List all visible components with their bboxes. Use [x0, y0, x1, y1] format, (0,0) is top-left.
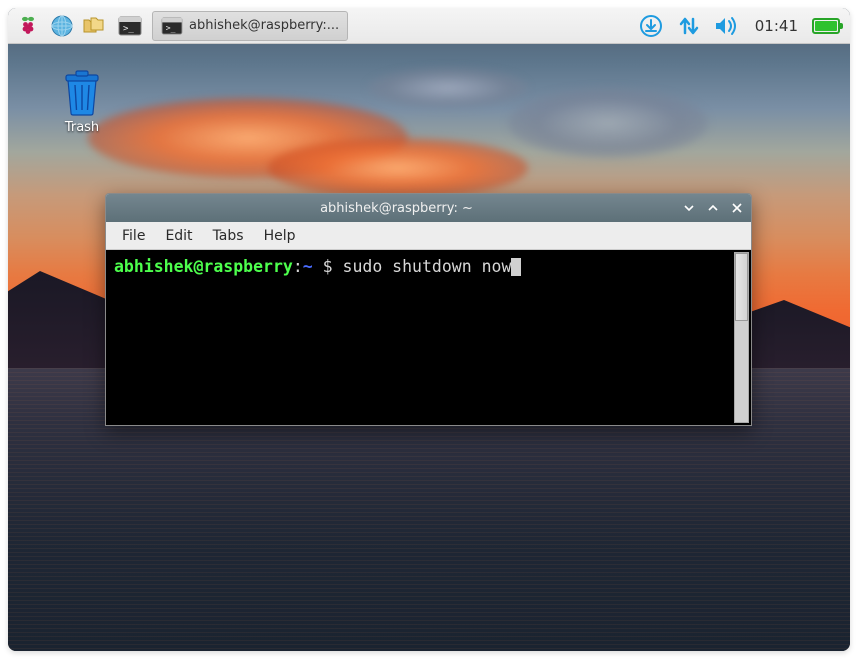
trash-icon [60, 68, 104, 116]
trash-desktop-icon[interactable]: Trash [48, 68, 116, 135]
folders-icon [83, 15, 109, 37]
window-title: abhishek@raspberry: ~ [112, 201, 681, 216]
terminal-launcher-button[interactable]: >_ [114, 11, 146, 41]
menubar: File Edit Tabs Help [106, 222, 751, 250]
prompt-user: abhishek [114, 257, 193, 276]
prompt-colon: : [293, 257, 303, 276]
network-tray-button[interactable] [675, 12, 703, 40]
trash-label: Trash [65, 120, 99, 135]
menu-edit[interactable]: Edit [155, 224, 202, 248]
volume-icon [714, 14, 740, 38]
chevron-up-icon [707, 202, 719, 214]
maximize-button[interactable] [705, 200, 721, 216]
prompt-symbol: $ [313, 257, 343, 276]
raspberry-icon [16, 14, 40, 38]
file-manager-button[interactable] [80, 11, 112, 41]
terminal-icon: >_ [118, 16, 142, 36]
task-item-label: abhishek@raspberry:... [189, 18, 339, 33]
web-browser-button[interactable] [46, 11, 78, 41]
prompt-host: raspberry [203, 257, 292, 276]
menu-button[interactable] [12, 11, 44, 41]
globe-icon [50, 14, 74, 38]
terminal-body[interactable]: abhishek@raspberry:~ $ sudo shutdown now [106, 250, 751, 425]
svg-text:>_: >_ [166, 22, 176, 32]
volume-tray-button[interactable] [713, 12, 741, 40]
scrollbar-thumb[interactable] [735, 253, 748, 321]
battery-tray-button[interactable] [812, 12, 840, 40]
taskbar-window-button[interactable]: >_ abhishek@raspberry:... [152, 11, 348, 41]
network-updown-icon [677, 14, 701, 38]
downloads-tray-button[interactable] [637, 12, 665, 40]
terminal-icon: >_ [161, 17, 183, 35]
prompt-at: @ [193, 257, 203, 276]
cursor-icon [511, 258, 521, 276]
battery-icon [812, 18, 840, 34]
window-titlebar[interactable]: abhishek@raspberry: ~ [106, 194, 751, 222]
terminal-window: abhishek@raspberry: ~ File Edit Tabs Hel… [105, 193, 752, 426]
chevron-down-icon [683, 202, 695, 214]
terminal-line: abhishek@raspberry:~ $ sudo shutdown now [114, 256, 743, 278]
close-icon [731, 202, 743, 214]
menu-help[interactable]: Help [254, 224, 306, 248]
minimize-button[interactable] [681, 200, 697, 216]
terminal-scrollbar[interactable] [734, 252, 749, 423]
command-text: sudo shutdown now [343, 257, 512, 276]
menu-file[interactable]: File [112, 224, 155, 248]
download-icon [639, 14, 663, 38]
close-button[interactable] [729, 200, 745, 216]
taskbar: >_ >_ abhishek@raspberry:... [8, 8, 850, 44]
menu-tabs[interactable]: Tabs [203, 224, 254, 248]
svg-text:>_: >_ [123, 24, 134, 34]
prompt-path: ~ [303, 257, 313, 276]
clock[interactable]: 01:41 [751, 17, 802, 35]
